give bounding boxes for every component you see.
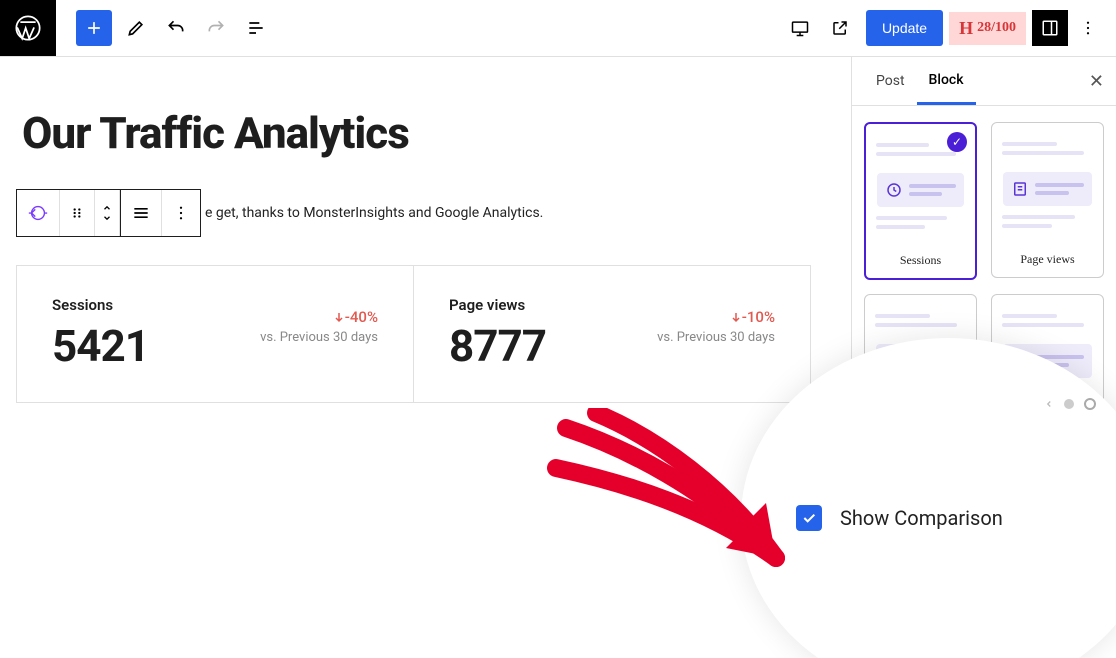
stat-prev: vs. Previous 30 days [260,330,378,345]
paragraph-fragment[interactable]: e get, thanks to MonsterInsights and Goo… [205,205,543,221]
redo-button[interactable] [200,12,232,44]
stat-prev: vs. Previous 30 days [657,330,775,345]
sidebar-tabs: Post Block ✕ [852,57,1116,106]
seo-score-badge[interactable]: H 28/100 [949,12,1026,45]
card-sessions[interactable]: ✓ Sessions [864,122,977,280]
external-link-icon[interactable] [824,12,856,44]
card-label: Page views [1020,252,1074,267]
settings-toggle-button[interactable] [1032,10,1068,46]
score-text: 28/100 [977,20,1016,36]
add-block-button[interactable] [76,10,112,46]
editor-canvas: Our Traffic Analytics [0,57,851,658]
wp-logo[interactable] [0,0,56,56]
block-type-icon[interactable] [17,190,60,236]
stats-container: Sessions 5421 -40% vs. Previous 30 days … [16,265,811,403]
check-icon: ✓ [947,132,967,152]
pagination-dots[interactable] [1044,398,1096,410]
stat-pageviews[interactable]: Page views 8777 -10% vs. Previous 30 day… [414,266,810,402]
card-pageviews[interactable]: Page views [991,122,1104,278]
drag-handle-icon[interactable] [60,190,95,236]
tab-block[interactable]: Block [917,58,976,105]
more-menu-icon[interactable] [1072,12,1104,44]
top-toolbar: Update H 28/100 [0,0,1116,57]
card-label: Sessions [900,253,941,268]
close-icon[interactable]: ✕ [1089,71,1104,92]
page-title[interactable]: Our Traffic Analytics [22,107,851,159]
tab-post[interactable]: Post [864,59,917,103]
edit-icon[interactable] [120,12,152,44]
stat-delta: -10% [657,308,775,326]
stat-sessions[interactable]: Sessions 5421 -40% vs. Previous 30 days [17,266,414,402]
align-icon[interactable] [120,190,162,236]
block-more-icon[interactable] [162,190,200,236]
callout-label: Show Comparison [840,506,1003,530]
move-arrows[interactable] [95,190,120,236]
stat-delta: -40% [260,308,378,326]
desktop-preview-icon[interactable] [784,12,816,44]
block-toolbar [16,189,201,237]
checkbox-icon[interactable] [796,505,822,531]
undo-button[interactable] [160,12,192,44]
outline-icon[interactable] [240,12,272,44]
update-button[interactable]: Update [866,10,943,46]
